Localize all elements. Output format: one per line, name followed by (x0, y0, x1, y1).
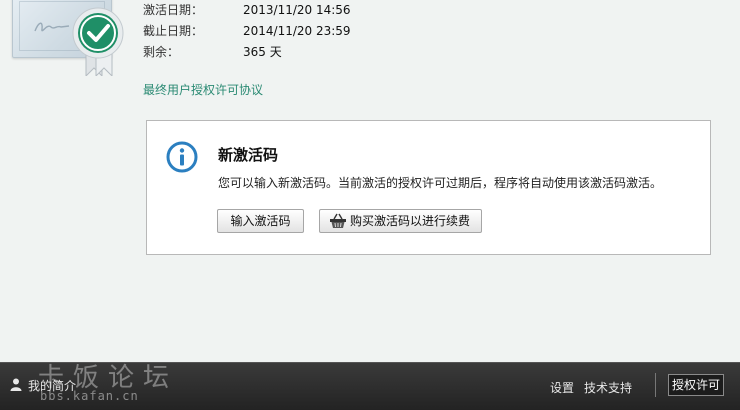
buy-activation-code-label: 购买激活码以进行续费 (350, 214, 471, 228)
buy-activation-code-button[interactable]: 购买激活码以进行续费 (319, 209, 482, 233)
user-icon (10, 378, 22, 391)
new-activation-panel: 新激活码 您可以输入新激活码。当前激活的授权许可过期后，程序将自动使用该激活码激… (146, 120, 711, 255)
my-profile-label: 我的简介 (28, 379, 77, 393)
activation-value: 2013/11/20 14:56 (243, 3, 351, 17)
remaining-label: 剩余： (143, 45, 180, 59)
tech-support-link[interactable]: 技术支持 (584, 379, 632, 396)
panel-title: 新激活码 (218, 146, 279, 164)
settings-link[interactable]: 设置 (550, 379, 574, 396)
enter-activation-code-label: 输入激活码 (230, 214, 291, 228)
footer-bar: 卡饭论坛 bbs.kafan.cn 我的简介 设置 技术支持 授权许可 (0, 362, 740, 410)
footer-divider (655, 373, 656, 397)
expiry-label: 截止日期： (143, 24, 204, 38)
expiry-value: 2014/11/20 23:59 (243, 24, 351, 38)
eula-link[interactable]: 最终用户授权许可协议 (143, 81, 263, 98)
activation-label: 激活日期： (143, 3, 204, 17)
basket-icon (330, 213, 346, 228)
enter-activation-code-button[interactable]: 输入激活码 (217, 209, 304, 233)
info-circle-icon (166, 141, 198, 173)
signature-scribble (34, 22, 70, 32)
remaining-value: 365 天 (243, 45, 282, 59)
license-tab[interactable]: 授权许可 (668, 374, 725, 396)
panel-description: 您可以输入新激活码。当前激活的授权许可过期后，程序将自动使用该激活码激活。 (218, 176, 663, 190)
check-badge-icon (72, 7, 124, 76)
